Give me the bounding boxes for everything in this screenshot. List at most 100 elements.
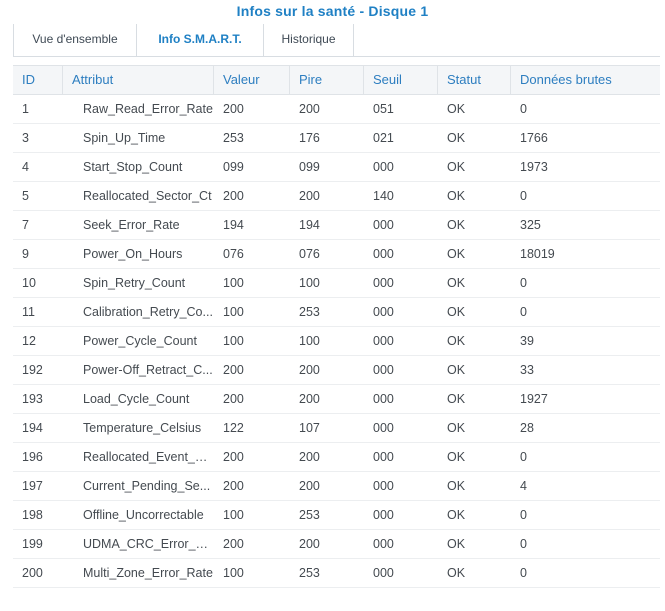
tab-smart-info[interactable]: Info S.M.A.R.T. <box>137 24 264 56</box>
cell-raw-data: 4 <box>520 479 527 493</box>
column-header-status[interactable]: Statut <box>438 66 511 94</box>
table-body: 1 Raw_Read_Error_Rate 200 200 051 OK 0 3 Spin_Up… <box>13 95 660 588</box>
cell-status: OK <box>447 247 466 261</box>
cell-attribute: Load_Cycle_Count <box>83 392 190 406</box>
table-row[interactable]: 3 Spin_Up_Time 253 176 021 OK 1766 <box>13 124 660 153</box>
cell-raw-data: 0 <box>520 566 527 580</box>
table-header: ID Attribut Valeur Pire Seuil Statut Don… <box>13 65 660 95</box>
cell-raw-data: 0 <box>520 450 527 464</box>
table-row[interactable]: 10 Spin_Retry_Count 100 100 000 OK 0 <box>13 269 660 298</box>
cell-attribute: Reallocated_Sector_Ct <box>83 189 212 203</box>
table-row[interactable]: 5 Reallocated_Sector_Ct 200 200 140 OK 0 <box>13 182 660 211</box>
cell-status: OK <box>447 334 466 348</box>
cell-worst: 200 <box>299 537 320 551</box>
cell-worst: 200 <box>299 392 320 406</box>
cell-worst: 253 <box>299 508 320 522</box>
cell-value: 253 <box>223 131 244 145</box>
cell-value: 200 <box>223 537 244 551</box>
cell-attribute: Power-Off_Retract_C... <box>83 363 213 377</box>
cell-threshold: 000 <box>373 508 394 522</box>
cell-id: 194 <box>22 421 43 435</box>
cell-value: 100 <box>223 305 244 319</box>
cell-worst: 200 <box>299 450 320 464</box>
table-row[interactable]: 197 Current_Pending_Se... 200 200 000 OK 4 <box>13 472 660 501</box>
cell-threshold: 000 <box>373 392 394 406</box>
cell-raw-data: 1927 <box>520 392 548 406</box>
cell-raw-data: 325 <box>520 218 541 232</box>
column-header-threshold[interactable]: Seuil <box>364 66 438 94</box>
cell-threshold: 051 <box>373 102 394 116</box>
table-row[interactable]: 194 Temperature_Celsius 122 107 000 OK 28 <box>13 414 660 443</box>
cell-raw-data: 1766 <box>520 131 548 145</box>
cell-status: OK <box>447 363 466 377</box>
cell-attribute: Spin_Retry_Count <box>83 276 186 290</box>
table-row[interactable]: 11 Calibration_Retry_Co... 100 253 000 OK 0 <box>13 298 660 327</box>
smart-attributes-table: ID Attribut Valeur Pire Seuil Statut Don… <box>13 65 660 588</box>
table-row[interactable]: 193 Load_Cycle_Count 200 200 000 OK 1927 <box>13 385 660 414</box>
cell-id: 5 <box>22 189 29 203</box>
cell-status: OK <box>447 218 466 232</box>
cell-value: 200 <box>223 450 244 464</box>
cell-raw-data: 39 <box>520 334 534 348</box>
table-row[interactable]: 12 Power_Cycle_Count 100 100 000 OK 39 <box>13 327 660 356</box>
table-row[interactable]: 1 Raw_Read_Error_Rate 200 200 051 OK 0 <box>13 95 660 124</box>
column-header-attribute[interactable]: Attribut <box>63 66 214 94</box>
cell-id: 197 <box>22 479 43 493</box>
cell-raw-data: 28 <box>520 421 534 435</box>
table-row[interactable]: 9 Power_On_Hours 076 076 000 OK 18019 <box>13 240 660 269</box>
tab-bar: Vue d'ensemble Info S.M.A.R.T. Historiqu… <box>13 24 660 57</box>
table-row[interactable]: 192 Power-Off_Retract_C... 200 200 000 OK 33 <box>13 356 660 385</box>
cell-raw-data: 0 <box>520 508 527 522</box>
cell-value: 100 <box>223 334 244 348</box>
cell-status: OK <box>447 537 466 551</box>
cell-status: OK <box>447 189 466 203</box>
table-row[interactable]: 4 Start_Stop_Count 099 099 000 OK 1973 <box>13 153 660 182</box>
cell-worst: 099 <box>299 160 320 174</box>
table-row[interactable]: 199 UDMA_CRC_Error_Co... 200 200 000 OK 0 <box>13 530 660 559</box>
table-row[interactable]: 200 Multi_Zone_Error_Rate 100 253 000 OK 0 <box>13 559 660 588</box>
column-header-value[interactable]: Valeur <box>214 66 290 94</box>
cell-value: 100 <box>223 508 244 522</box>
cell-attribute: Seek_Error_Rate <box>83 218 180 232</box>
column-header-worst[interactable]: Pire <box>290 66 364 94</box>
cell-threshold: 000 <box>373 421 394 435</box>
tab-history[interactable]: Historique <box>264 24 354 56</box>
cell-attribute: Temperature_Celsius <box>83 421 202 435</box>
cell-threshold: 000 <box>373 334 394 348</box>
cell-worst: 200 <box>299 479 320 493</box>
cell-attribute: Current_Pending_Se... <box>83 479 211 493</box>
cell-status: OK <box>447 421 466 435</box>
cell-id: 193 <box>22 392 43 406</box>
cell-id: 1 <box>22 102 29 116</box>
tab-overview[interactable]: Vue d'ensemble <box>13 24 137 56</box>
cell-value: 100 <box>223 276 244 290</box>
cell-threshold: 000 <box>373 160 394 174</box>
cell-attribute: Start_Stop_Count <box>83 160 183 174</box>
cell-status: OK <box>447 508 466 522</box>
column-header-id[interactable]: ID <box>13 66 63 94</box>
cell-status: OK <box>447 450 466 464</box>
cell-value: 122 <box>223 421 244 435</box>
table-row[interactable]: 196 Reallocated_Event_C... 200 200 000 OK 0 <box>13 443 660 472</box>
table-row[interactable]: 198 Offline_Uncorrectable 100 253 000 OK 0 <box>13 501 660 530</box>
cell-attribute: Calibration_Retry_Co... <box>83 305 213 319</box>
cell-status: OK <box>447 392 466 406</box>
cell-worst: 253 <box>299 566 320 580</box>
table-row[interactable]: 7 Seek_Error_Rate 194 194 000 OK 325 <box>13 211 660 240</box>
cell-worst: 253 <box>299 305 320 319</box>
cell-status: OK <box>447 160 466 174</box>
cell-raw-data: 0 <box>520 276 527 290</box>
cell-raw-data: 33 <box>520 363 534 377</box>
cell-threshold: 000 <box>373 247 394 261</box>
cell-attribute: Raw_Read_Error_Rate <box>83 102 213 116</box>
cell-attribute: Spin_Up_Time <box>83 131 166 145</box>
column-header-raw-data[interactable]: Données brutes <box>511 66 660 94</box>
cell-value: 200 <box>223 189 244 203</box>
cell-worst: 194 <box>299 218 320 232</box>
cell-value: 200 <box>223 392 244 406</box>
cell-raw-data: 1973 <box>520 160 548 174</box>
cell-id: 192 <box>22 363 43 377</box>
cell-value: 200 <box>223 479 244 493</box>
cell-attribute: Multi_Zone_Error_Rate <box>83 566 213 580</box>
cell-worst: 176 <box>299 131 320 145</box>
